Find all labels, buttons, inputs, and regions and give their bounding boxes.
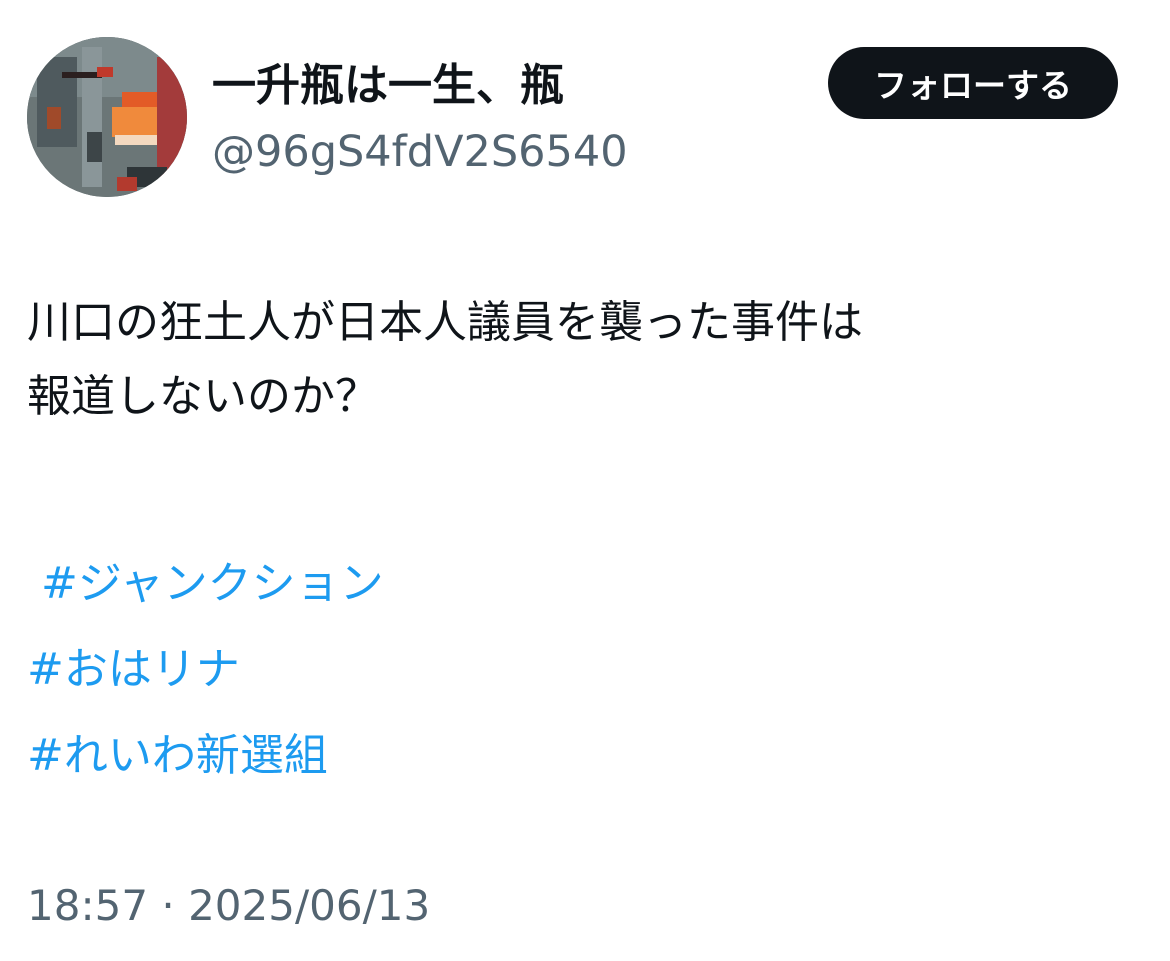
user-handle[interactable]: @96gS4fdV2S6540 [212, 124, 628, 180]
hashtag-link-junction[interactable]: #ジャンクション [27, 541, 384, 627]
tweet-text: 川口の狂土人が日本人議員を襲った事件は 報道しないのか？ [27, 286, 1127, 434]
hashtag-link-oharina[interactable]: #おはリナ [27, 627, 384, 713]
follow-button[interactable]: フォローする [828, 47, 1118, 119]
tweet-text-line: 川口の狂土人が日本人議員を襲った事件は [27, 297, 863, 348]
hashtag-list: #ジャンクション #おはリナ #れいわ新選組 [27, 541, 384, 799]
tweet-timestamp[interactable]: 18:57 · 2025/06/13 [27, 878, 430, 934]
hashtag-link-reiwa[interactable]: #れいわ新選組 [27, 713, 384, 799]
abstract-painting-avatar-icon [27, 37, 187, 197]
display-name[interactable]: 一升瓶は一生、瓶 [212, 58, 564, 114]
avatar[interactable] [27, 37, 187, 197]
tweet-text-line: 報道しないのか？ [27, 371, 379, 422]
